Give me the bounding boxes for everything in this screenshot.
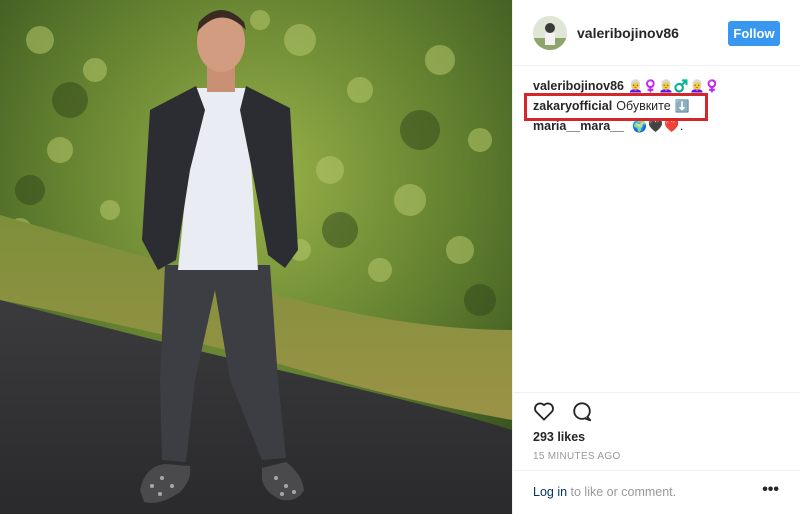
woman-emoji-icon: 👩‍🦳♀️ [689, 79, 720, 93]
highlight-box [524, 93, 708, 121]
post-photo[interactable] [0, 0, 512, 514]
action-bar [533, 401, 593, 423]
login-link[interactable]: Log in [533, 485, 567, 499]
photo-illustration [0, 0, 512, 514]
speech-bubble-icon[interactable] [571, 401, 593, 423]
avatar-image [533, 15, 567, 50]
comment-username[interactable]: valeribojinov86 [533, 78, 624, 94]
woman-emoji-icon: 👩‍🦳♀️ [628, 79, 658, 93]
heart-outline-icon[interactable] [533, 401, 555, 423]
divider [513, 392, 800, 393]
post-author-username[interactable]: valeribojinov86 [577, 25, 679, 41]
follow-button[interactable]: Follow [728, 21, 780, 46]
like-count[interactable]: 293 likes [533, 430, 585, 444]
more-options-icon[interactable]: ••• [762, 482, 779, 498]
login-prompt: Log in to like or comment. [533, 485, 676, 499]
divider [513, 470, 800, 471]
instagram-post: valeribojinov86 Follow valeribojinov86 👩… [0, 0, 800, 514]
post-header: valeribojinov86 Follow [513, 0, 800, 66]
post-timestamp[interactable]: 15 MINUTES AGO [533, 451, 621, 462]
login-prompt-text: to like or comment. [567, 485, 677, 499]
avatar[interactable] [533, 15, 567, 50]
woman-emoji-icon: 👩‍🦳♂️ [658, 79, 689, 93]
post-sidebar: valeribojinov86 Follow valeribojinov86 👩… [512, 0, 800, 514]
